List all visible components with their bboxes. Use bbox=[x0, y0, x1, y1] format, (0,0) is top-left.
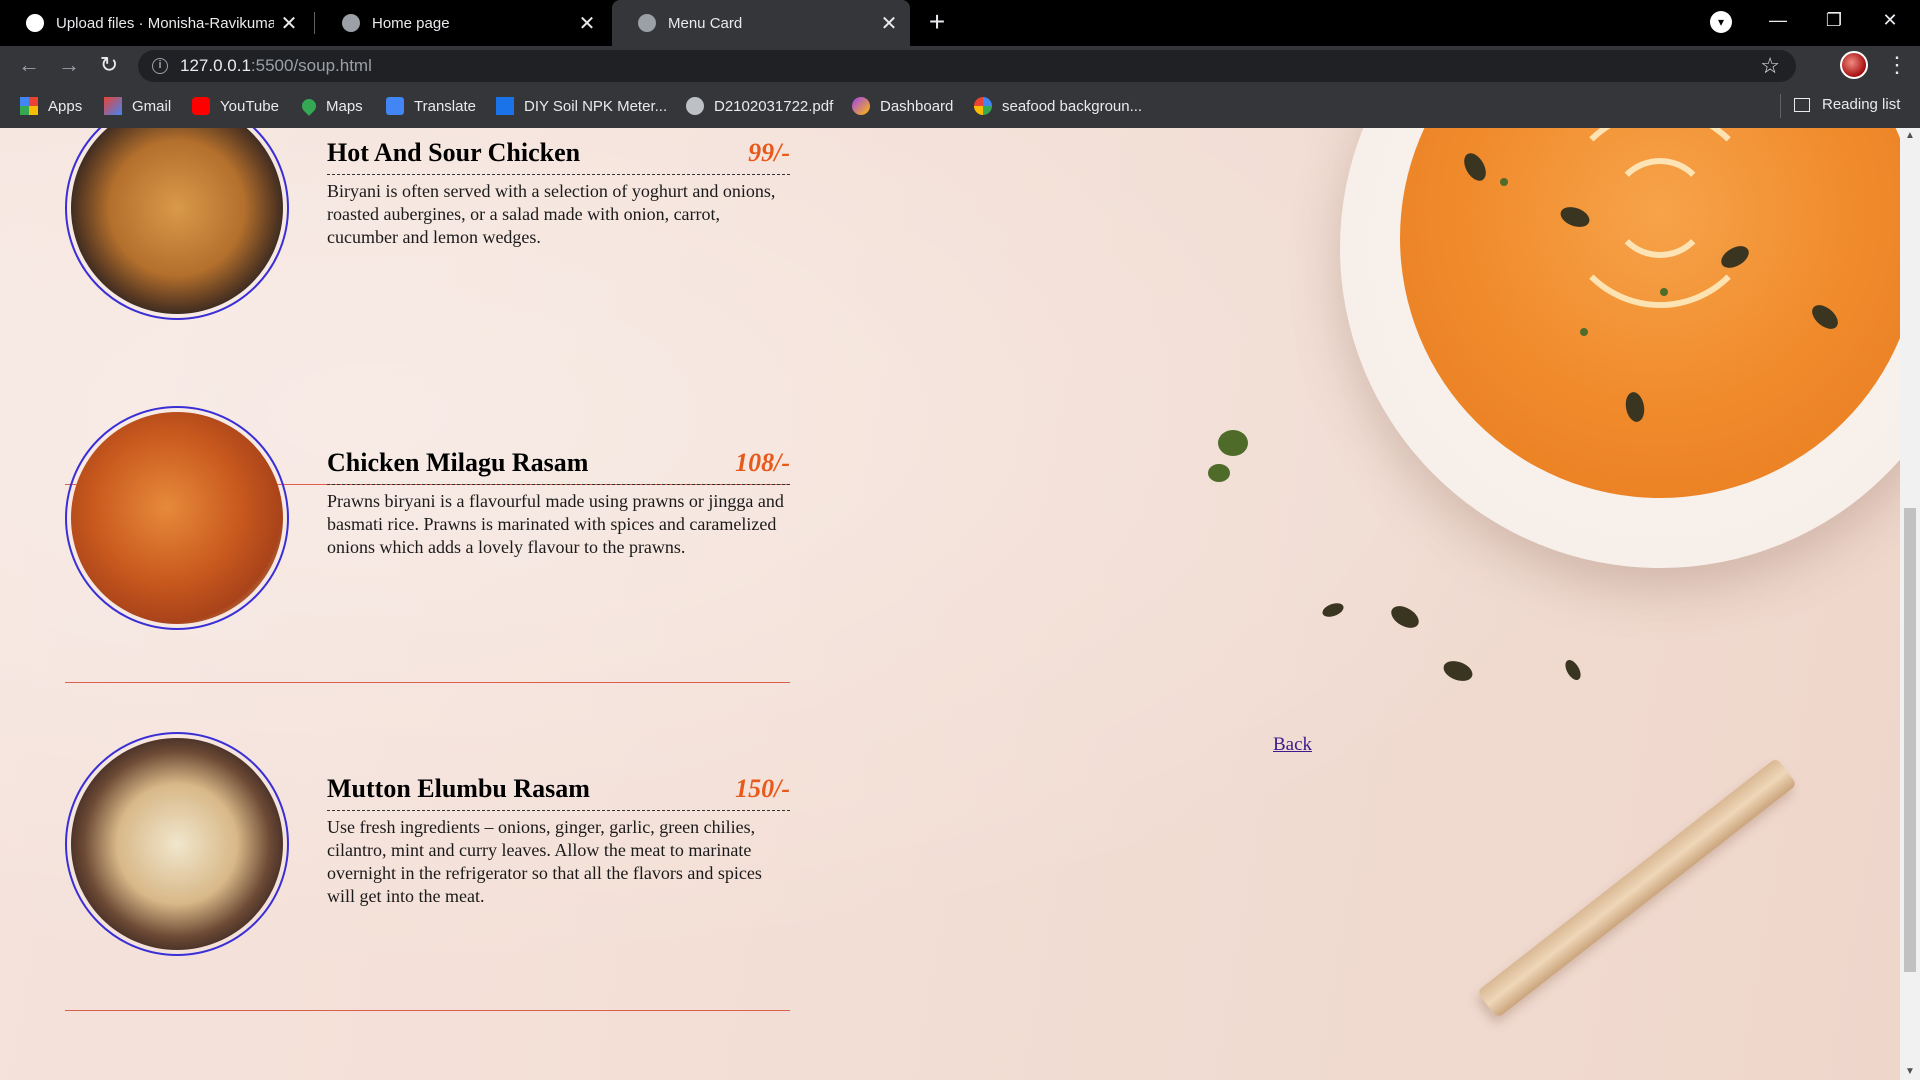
herb-leaf bbox=[1580, 328, 1588, 336]
close-tab-icon[interactable]: ✕ bbox=[572, 11, 602, 36]
bookmark-pdf[interactable]: D2102031722.pdf bbox=[686, 96, 833, 116]
back-arrow-icon[interactable]: ← bbox=[14, 50, 44, 80]
dish-image-frame bbox=[65, 128, 289, 320]
dish-image bbox=[71, 128, 283, 314]
restore-icon[interactable]: ❐ bbox=[1806, 0, 1862, 40]
menu-kebab-icon[interactable]: ⋮ bbox=[1886, 50, 1908, 80]
dish-description: Biryani is often served with a selection… bbox=[327, 181, 776, 247]
github-icon bbox=[26, 14, 44, 32]
page-scrollbar[interactable]: ▲ ▼ bbox=[1900, 128, 1920, 1080]
maps-icon bbox=[299, 96, 319, 116]
bookmark-label: Apps bbox=[48, 97, 83, 115]
scroll-down-arrow-icon[interactable]: ▼ bbox=[1900, 1064, 1920, 1080]
forward-arrow-icon[interactable]: → bbox=[54, 50, 84, 80]
scrollbar-thumb[interactable] bbox=[1904, 508, 1916, 972]
dish-name: Mutton Elumbu Rasam bbox=[327, 774, 590, 803]
tab-title: Home page bbox=[372, 14, 450, 32]
dashboard-icon bbox=[852, 97, 870, 115]
back-link[interactable]: Back bbox=[1273, 734, 1312, 756]
dish-description: Prawns biryani is a flavourful made usin… bbox=[327, 491, 784, 557]
tab-search-icon[interactable]: ▾ bbox=[1710, 11, 1732, 33]
gmail-icon bbox=[104, 97, 122, 115]
page-icon bbox=[496, 97, 514, 115]
bookmark-label: Maps bbox=[326, 97, 363, 115]
dish-image-frame bbox=[65, 732, 289, 956]
dotted-divider bbox=[327, 174, 790, 175]
tab-title: Menu Card bbox=[668, 14, 743, 32]
item-divider bbox=[65, 682, 790, 683]
bookmark-label: Gmail bbox=[132, 97, 172, 115]
herb-sprig bbox=[1208, 464, 1230, 482]
bookmark-dashboard[interactable]: Dashboard bbox=[852, 96, 953, 116]
bookmark-label: YouTube bbox=[220, 97, 279, 115]
url-text: 127.0.0.1:5500/soup.html bbox=[180, 56, 372, 75]
google-icon bbox=[974, 97, 992, 115]
globe-icon bbox=[342, 14, 360, 32]
dotted-divider bbox=[327, 810, 790, 811]
pumpkin-seed bbox=[1440, 657, 1476, 685]
bookmark-apps[interactable]: Apps bbox=[20, 96, 82, 116]
dish-name: Chicken Milagu Rasam bbox=[327, 448, 589, 477]
bookmark-gmail[interactable]: Gmail bbox=[104, 96, 171, 116]
profile-avatar[interactable] bbox=[1840, 51, 1868, 79]
bookmark-label: D2102031722.pdf bbox=[714, 97, 834, 115]
tab-strip: Upload files · Monisha-Ravikuma ✕ Home p… bbox=[0, 0, 1920, 46]
dish-image-frame bbox=[65, 406, 289, 630]
dish-price: 108/- bbox=[735, 448, 790, 477]
bookmark-label: Dashboard bbox=[880, 97, 954, 115]
dish-image bbox=[71, 738, 283, 950]
bookmark-seafood[interactable]: seafood backgroun... bbox=[974, 96, 1142, 116]
item-divider bbox=[65, 1010, 790, 1011]
dish-description: Use fresh ingredients – onions, ginger, … bbox=[327, 817, 762, 906]
bookmarks-separator bbox=[1780, 94, 1781, 118]
bookmark-maps[interactable]: Maps bbox=[299, 96, 363, 116]
bookmark-translate[interactable]: Translate bbox=[386, 96, 476, 116]
bookmark-youtube[interactable]: YouTube bbox=[192, 96, 279, 116]
reading-list-label: Reading list bbox=[1822, 96, 1901, 113]
dish-price: 150/- bbox=[735, 774, 790, 803]
scroll-up-arrow-icon[interactable]: ▲ bbox=[1900, 128, 1920, 144]
bookmark-label: seafood backgroun... bbox=[1002, 97, 1143, 115]
address-bar[interactable]: i 127.0.0.1:5500/soup.html ☆ bbox=[138, 50, 1796, 82]
tab-home-page[interactable]: Home page ✕ bbox=[316, 0, 608, 46]
bookmarks-bar: Apps Gmail YouTube Maps Translate DIY So… bbox=[0, 84, 1920, 128]
site-info-icon[interactable]: i bbox=[152, 58, 168, 74]
globe-icon bbox=[638, 14, 656, 32]
bookmark-label: DIY Soil NPK Meter... bbox=[524, 97, 668, 115]
bookmark-diy-soil[interactable]: DIY Soil NPK Meter... bbox=[496, 96, 667, 116]
dish-price: 99/- bbox=[748, 138, 790, 167]
tab-upload-files[interactable]: Upload files · Monisha-Ravikuma ✕ bbox=[0, 0, 310, 46]
herb-leaf bbox=[1500, 178, 1508, 186]
bookmark-star-icon[interactable]: ☆ bbox=[1760, 53, 1780, 79]
reload-icon[interactable]: ↻ bbox=[94, 50, 124, 80]
chopstick-image bbox=[1476, 757, 1798, 1019]
reading-list-icon bbox=[1794, 97, 1810, 112]
pumpkin-seed bbox=[1562, 657, 1584, 683]
dotted-divider bbox=[327, 484, 790, 485]
tab-menu-card[interactable]: Menu Card ✕ bbox=[612, 0, 910, 46]
globe-icon bbox=[686, 97, 704, 115]
dish-name: Hot And Sour Chicken bbox=[327, 138, 581, 167]
new-tab-icon[interactable]: + bbox=[920, 6, 954, 40]
reading-list-button[interactable]: Reading list bbox=[1794, 96, 1900, 113]
close-tab-icon[interactable]: ✕ bbox=[274, 11, 304, 36]
tab-title: Upload files · Monisha-Ravikuma bbox=[56, 14, 274, 32]
page-viewport: Hot And Sour Chicken 99/- Biryani is oft… bbox=[0, 128, 1900, 1080]
herb-leaf bbox=[1660, 288, 1668, 296]
minimize-icon[interactable]: — bbox=[1750, 0, 1806, 40]
cream-swirl bbox=[1610, 158, 1710, 258]
dish-image bbox=[71, 412, 283, 624]
bookmark-label: Translate bbox=[414, 97, 476, 115]
tab-separator bbox=[314, 12, 315, 34]
apps-grid-icon bbox=[20, 97, 38, 115]
close-tab-icon[interactable]: ✕ bbox=[874, 11, 904, 36]
pumpkin-seed bbox=[1387, 601, 1423, 633]
pumpkin-seed bbox=[1320, 600, 1346, 620]
close-window-icon[interactable]: ✕ bbox=[1862, 0, 1918, 40]
browser-toolbar: ← → ↻ i 127.0.0.1:5500/soup.html ☆ ⋮ bbox=[0, 46, 1920, 84]
translate-icon bbox=[386, 97, 404, 115]
youtube-icon bbox=[192, 97, 210, 115]
herb-sprig bbox=[1218, 430, 1248, 456]
